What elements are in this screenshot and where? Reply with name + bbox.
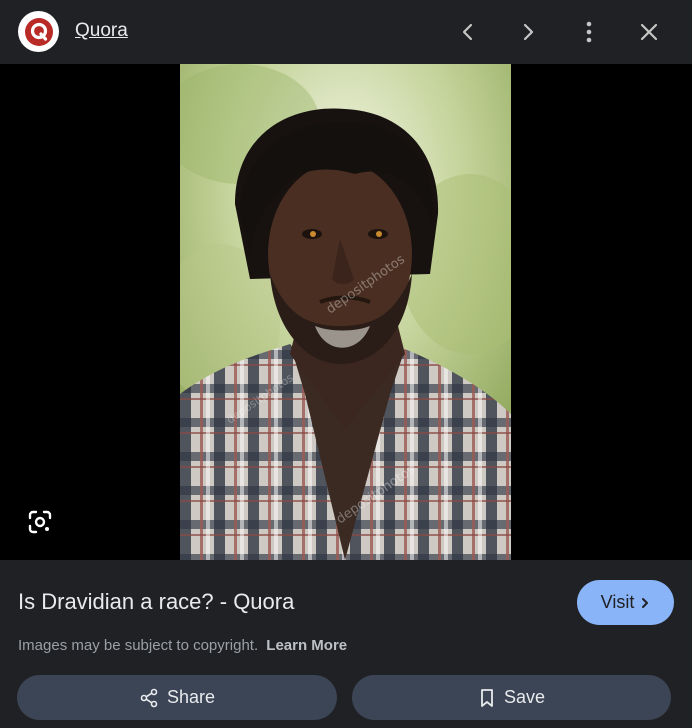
chevron-right-small-icon	[642, 597, 649, 608]
more-vert-icon	[586, 21, 592, 43]
previous-button[interactable]	[448, 12, 488, 52]
close-icon	[640, 23, 658, 41]
site-name-link[interactable]: Quora	[75, 20, 128, 42]
next-button[interactable]	[508, 12, 548, 52]
save-button[interactable]: Save	[352, 675, 671, 720]
chevron-left-icon	[462, 23, 473, 41]
visit-button[interactable]: Visit	[577, 580, 674, 625]
copyright-text: Images may be subject to copyright.	[18, 637, 259, 654]
result-title: Is Dravidian a race? - Quora	[18, 589, 295, 614]
visit-label: Visit	[600, 592, 635, 612]
chevron-right-icon	[523, 23, 534, 41]
bookmark-icon	[481, 688, 493, 707]
more-options-button[interactable]	[569, 12, 609, 52]
learn-more-link[interactable]: Learn More	[266, 637, 347, 654]
quora-logo-icon[interactable]	[18, 11, 59, 52]
close-button[interactable]	[629, 12, 669, 52]
copyright-notice: Images may be subject to copyright. Lear…	[18, 637, 347, 654]
google-lens-button[interactable]	[20, 502, 60, 542]
share-icon	[140, 688, 158, 707]
result-image[interactable]: depositphotos depositphotos depositphoto…	[180, 64, 511, 560]
image-viewer: depositphotos depositphotos depositphoto…	[0, 64, 692, 560]
lens-icon	[28, 510, 52, 534]
share-label: Share	[166, 687, 216, 707]
viewer-header: Quora	[0, 0, 692, 64]
share-button[interactable]: Share	[17, 675, 337, 720]
save-label: Save	[503, 687, 546, 707]
